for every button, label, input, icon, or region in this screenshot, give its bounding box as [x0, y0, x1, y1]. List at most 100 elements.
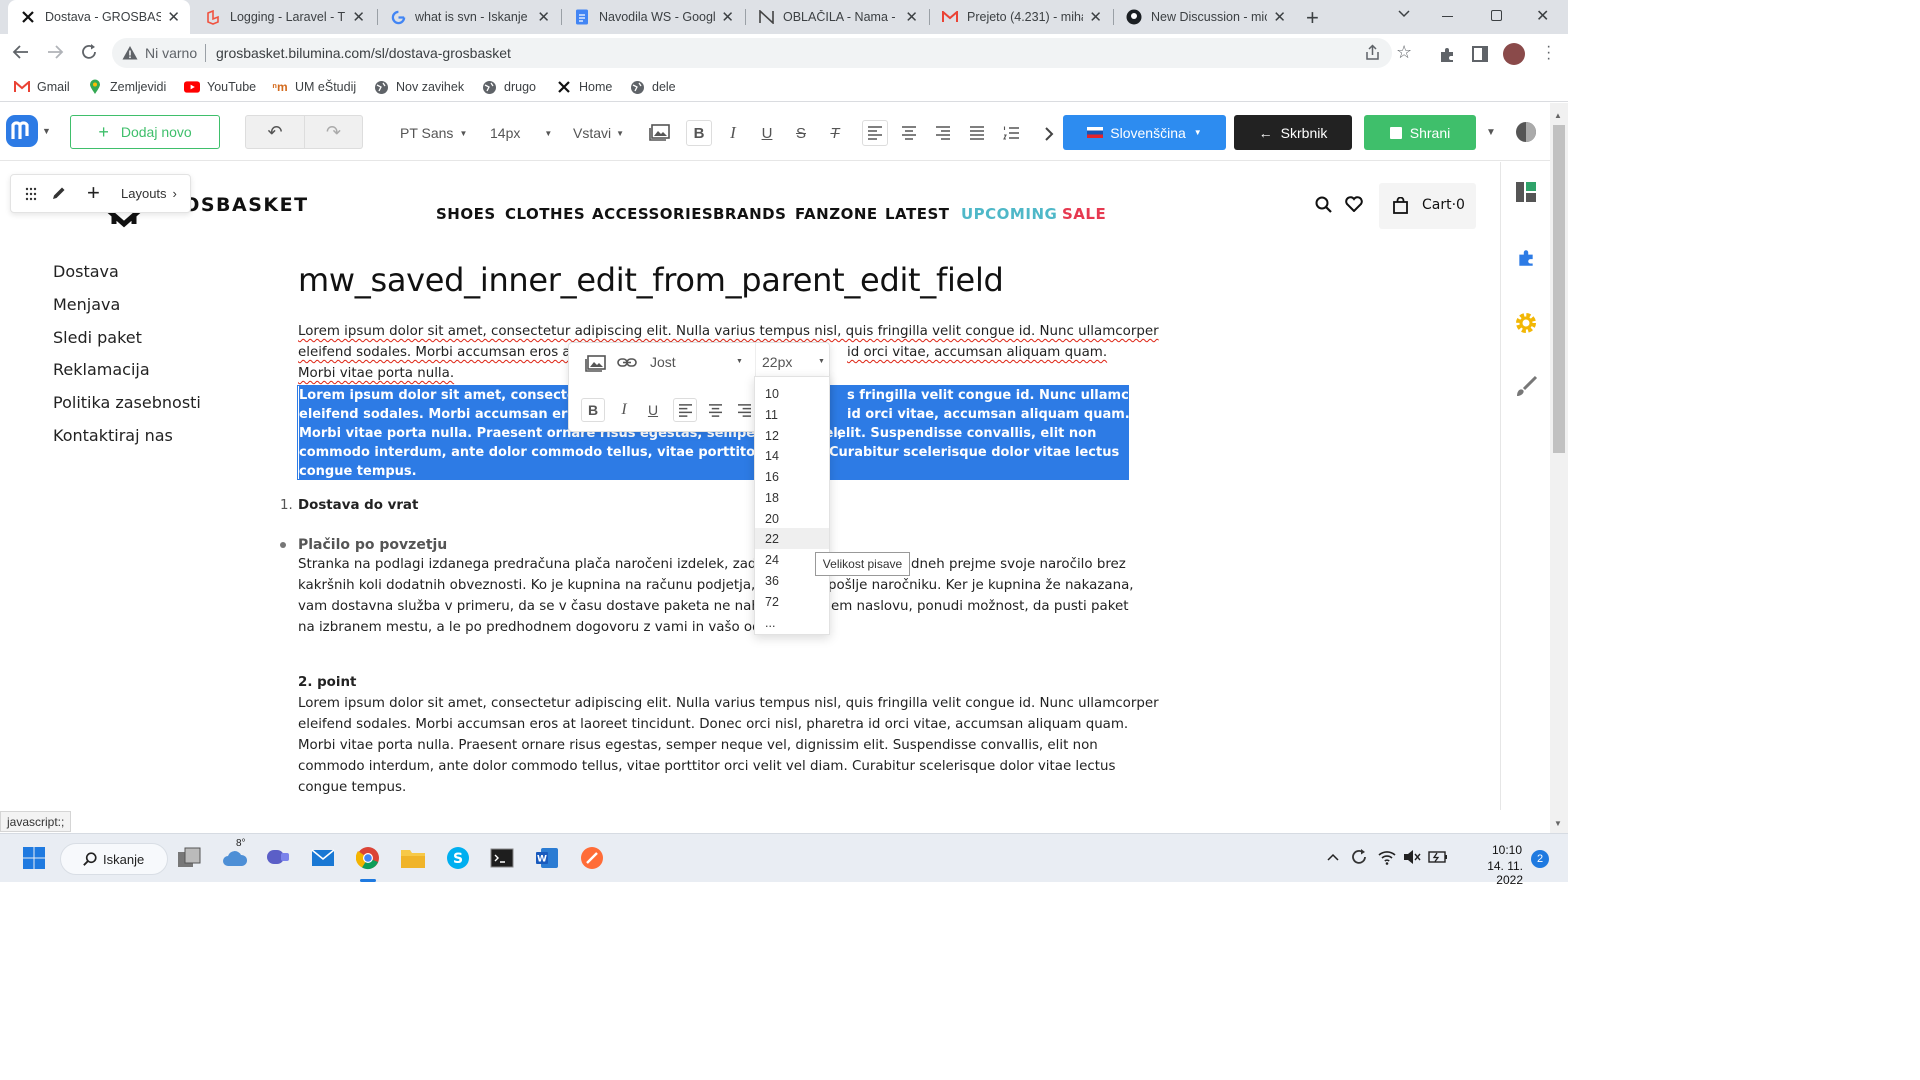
settings-gear-icon[interactable] — [1514, 311, 1538, 335]
layout-blocks-icon[interactable] — [1516, 182, 1536, 202]
tab-github[interactable]: New Discussion - microweber ✕ — [1114, 0, 1296, 34]
paint-brush-icon[interactable] — [1514, 375, 1538, 399]
align-right-icon[interactable] — [932, 120, 954, 146]
side-panel-icon[interactable] — [1472, 46, 1488, 62]
image-icon[interactable] — [585, 355, 606, 372]
bookmark-um-estudij[interactable]: ⁿm UM eŠtudij — [272, 79, 356, 95]
font-size-option-selected[interactable]: 22 — [755, 528, 829, 549]
bookmark-home[interactable]: Home — [556, 79, 612, 95]
tab-laravel[interactable]: Logging - Laravel - The PHP Framework ✕ — [193, 0, 375, 34]
theme-toggle-icon[interactable] — [1514, 120, 1538, 144]
weather-widget[interactable]: 8° — [218, 838, 252, 872]
image-icon[interactable] — [648, 123, 670, 141]
bookmark-dele[interactable]: dele — [629, 79, 676, 95]
tray-chevron-up-icon[interactable] — [1326, 852, 1340, 862]
address-bar[interactable]: Ni varno grosbasket.bilumina.com/sl/dost… — [112, 38, 1412, 68]
font-size-option[interactable]: 18 — [755, 487, 829, 508]
file-explorer-icon[interactable] — [399, 844, 427, 872]
search-icon[interactable] — [1315, 196, 1332, 213]
link-icon[interactable] — [617, 355, 637, 371]
insert-menu[interactable]: Vstavi ▼ — [573, 121, 624, 145]
strikethrough-icon[interactable]: S — [790, 120, 812, 146]
caret-down-icon[interactable]: ▼ — [818, 358, 825, 365]
heart-icon[interactable] — [1345, 196, 1363, 212]
font-size-value[interactable]: 22px — [762, 354, 792, 370]
scrollbar-thumb[interactable] — [1553, 125, 1565, 453]
word-icon[interactable]: W — [533, 844, 561, 872]
list-item-placilo-po-povzetju[interactable]: Plačilo po povzetju — [298, 535, 447, 556]
font-size-option[interactable]: 11 — [755, 404, 829, 425]
font-size-option[interactable]: 20 — [755, 508, 829, 529]
align-center-icon[interactable] — [898, 120, 920, 146]
tab-close-icon[interactable]: ✕ — [1273, 8, 1286, 26]
sidebar-item-kontakt[interactable]: Kontaktiraj nas — [53, 426, 173, 445]
forward-icon[interactable] — [46, 43, 64, 61]
browser-menu-icon[interactable]: · · · — [1546, 39, 1551, 67]
align-left-icon[interactable] — [673, 398, 697, 422]
tab-nama[interactable]: OBLAČILA - Nama - Trgovina ✕ — [746, 0, 928, 34]
font-size-select[interactable]: 14px ▼ — [490, 121, 552, 145]
pencil-icon[interactable] — [51, 186, 66, 201]
scroll-down-icon[interactable]: ▼ — [1554, 819, 1562, 828]
tab-close-icon[interactable]: ✕ — [352, 8, 365, 26]
save-options-caret-icon[interactable]: ▼ — [1484, 125, 1498, 139]
windows-start-icon[interactable] — [20, 844, 48, 872]
chrome-icon[interactable] — [354, 844, 382, 872]
list-item-dostava-do-vrat[interactable]: Dostava do vrat — [298, 495, 418, 516]
taskbar-search[interactable]: Iskanje — [60, 843, 168, 875]
sidebar-item-sledi-paket[interactable]: Sledi paket — [53, 328, 142, 347]
extensions-icon[interactable] — [1438, 46, 1456, 64]
nav-brands[interactable]: BRANDS — [713, 205, 786, 223]
tab-close-icon[interactable]: ✕ — [905, 8, 918, 26]
align-left-icon[interactable] — [862, 120, 888, 146]
underline-icon[interactable]: U — [643, 398, 663, 422]
teams-chat-icon[interactable] — [264, 844, 292, 872]
align-right-icon[interactable] — [734, 398, 754, 422]
modules-puzzle-icon[interactable] — [1516, 248, 1536, 268]
back-icon[interactable] — [12, 43, 30, 61]
font-size-option[interactable]: 16 — [755, 466, 829, 487]
italic-icon[interactable]: I — [615, 398, 633, 422]
drag-handle-icon[interactable] — [25, 187, 37, 201]
share-icon[interactable] — [1364, 44, 1381, 61]
bold-icon[interactable]: B — [581, 398, 605, 422]
new-tab-icon[interactable]: + — [1306, 5, 1319, 31]
clock-time[interactable]: 10:10 — [1492, 843, 1522, 857]
cart-button[interactable]: Cart·0 — [1379, 183, 1476, 229]
sidebar-item-reklamacija[interactable]: Reklamacija — [53, 360, 150, 379]
wifi-icon[interactable] — [1378, 849, 1396, 865]
italic-icon[interactable]: I — [722, 120, 744, 146]
nav-upcoming[interactable]: UPCOMING — [961, 205, 1057, 223]
layouts-menu[interactable]: Layouts › — [121, 186, 177, 201]
font-size-option[interactable]: 72 — [755, 591, 829, 612]
page-scrollbar[interactable]: ▲ ▼ — [1550, 103, 1568, 833]
nav-fanzone[interactable]: FANZONE — [795, 205, 878, 223]
bookmark-youtube[interactable]: YouTube — [184, 79, 256, 95]
tab-close-icon[interactable]: ✕ — [167, 8, 180, 26]
font-size-option[interactable]: ... — [755, 612, 829, 633]
chevron-right-icon[interactable] — [1040, 123, 1058, 145]
font-family-value[interactable]: Jost — [650, 354, 676, 370]
skype-icon[interactable]: S — [444, 844, 472, 872]
tab-google[interactable]: what is svn - Iskanje Google ✕ — [378, 0, 560, 34]
font-family-select[interactable]: PT Sans ▼ — [400, 121, 467, 145]
notification-badge[interactable]: 2 — [1531, 850, 1549, 868]
task-view-icon[interactable] — [175, 844, 203, 872]
paragraph-3[interactable]: Lorem ipsum dolor sit amet, consectetur … — [298, 693, 1159, 798]
tab-close-icon[interactable]: ✕ — [1089, 8, 1102, 26]
bookmark-gmail[interactable]: Gmail — [14, 79, 70, 95]
tab-search-chevron-icon[interactable] — [1397, 8, 1411, 18]
add-plus-icon[interactable]: + — [87, 180, 100, 206]
font-size-option[interactable]: 14 — [755, 445, 829, 466]
redo-button[interactable]: ↷ — [305, 115, 363, 149]
tab-close-icon[interactable]: ✕ — [537, 8, 550, 26]
point-2-heading[interactable]: 2. point — [298, 672, 356, 693]
bookmark-nov-zavihek[interactable]: Nov zavihek — [373, 79, 464, 95]
sidebar-item-politika[interactable]: Politika zasebnosti — [53, 393, 201, 412]
bookmark-star-icon[interactable]: ☆ — [1396, 42, 1412, 63]
tab-dostava[interactable]: Dostava - GROSBASKET ✕ — [8, 0, 190, 34]
add-new-button[interactable]: + Dodaj novo — [70, 115, 220, 149]
scroll-up-icon[interactable]: ▲ — [1554, 111, 1562, 120]
close-window-icon[interactable]: ✕ — [1536, 6, 1549, 26]
admin-button[interactable]: ← Skrbnik — [1234, 115, 1352, 150]
